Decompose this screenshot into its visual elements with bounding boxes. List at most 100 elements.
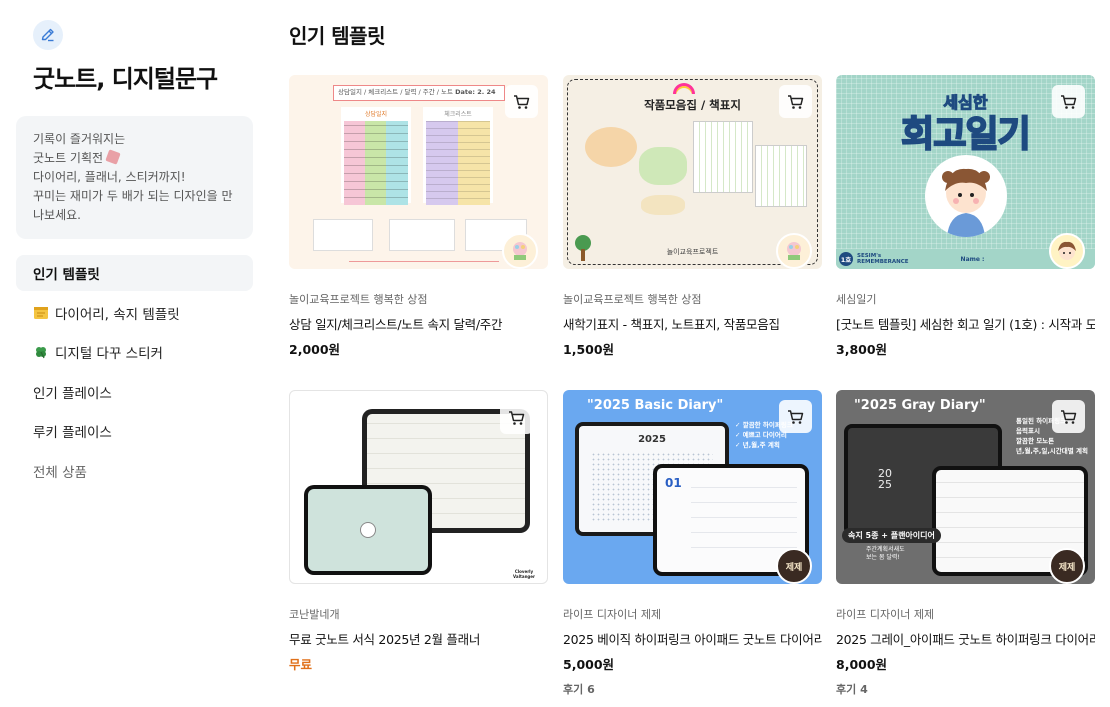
seller-avatar[interactable]: 제제 [776,548,812,584]
calendar-year: 2025 [638,434,666,445]
cart-icon [788,94,804,109]
menu-item-diary-templates[interactable]: 다이어리, 속지 템플릿 [16,295,253,331]
product-card[interactable]: 작품모음집 / 책표지 놀이교육프로젝트 놀이교육프로젝트 행복한 상점 새학기… [563,75,822,358]
menu-label: 인기 템플릿 [33,267,100,283]
product-card[interactable]: "2025 Gray Diary" 통일된 하이퍼링크 음력표시 깔끔한 모노톤… [836,390,1095,697]
intro-box: 기록이 즐거워지는 굿노트 기획전 다이어리, 플래너, 스티커까지! 꾸미는 … [16,116,253,239]
product-price: 3,800원 [836,342,888,357]
menu-label: 인기 플레이스 [33,385,112,402]
thumb-paper [641,195,685,215]
notepad-icon [33,306,49,320]
feature-item: 년,월,주,일,시간대별 계획 [1016,447,1088,455]
cart-icon [514,94,530,109]
product-title[interactable]: [굿노트 템플릿] 세심한 회고 일기 (1호) : 시작과 도전 [836,314,1095,333]
menu-item-popular-templates[interactable]: 인기 템플릿 [16,255,253,291]
avatar-text: 제제 [785,562,803,573]
thumb-sub: 체크리스트 [444,111,472,118]
thumb-sheet: 체크리스트 [423,107,493,205]
menu-item-all-products[interactable]: 전체 상품 [16,453,253,489]
feature-item: ✓ 년,월,주 계획 [735,441,780,449]
product-seller[interactable]: 놀이교육프로젝트 행복한 상점 [289,291,548,307]
menu-label: 루키 플레이스 [33,425,112,441]
menu-label: 디지털 다꾸 스티커 [55,346,163,362]
product-seller[interactable]: 라이프 디자이너 제제 [836,606,1095,622]
logo-circle [360,522,376,538]
product-seller[interactable]: 라이프 디자이너 제제 [563,606,822,622]
product-title[interactable]: 새학기표지 - 책표지, 노트표지, 작품모음집 [563,314,822,333]
shop-title: 굿노트, 디지털문구 [33,65,218,93]
product-card[interactable]: 상담일지 / 체크리스트 / 달력 / 주간 / 노트 Date: 2. 24 … [289,75,548,358]
thumb-sub: 상담일지 [364,111,388,118]
thumb-banner: "2025 Gray Diary" [854,398,986,413]
product-thumbnail[interactable]: "2025 Gray Diary" 통일된 하이퍼링크 음력표시 깔끔한 모노톤… [836,390,1095,584]
thumb-banner: "2025 Basic Diary" [587,398,724,413]
feature-item: 깔끔한 모노톤 [1016,437,1055,445]
edit-icon[interactable] [33,20,63,50]
thumb-paper [755,145,807,207]
brand-logo: Cloverly Valtanger [513,569,535,579]
product-price: 8,000원 [836,657,888,672]
thumb-mini-sheet [389,219,455,251]
add-to-cart-button[interactable] [779,400,812,433]
product-seller[interactable]: 놀이교육프로젝트 행복한 상점 [563,291,822,307]
seller-avatar[interactable] [1049,233,1085,269]
product-thumbnail[interactable]: 작품모음집 / 책표지 놀이교육프로젝트 [563,75,822,269]
cart-icon [1061,94,1077,109]
tablet-front-screen [308,489,428,571]
add-to-cart-button[interactable] [500,401,533,434]
product-thumbnail[interactable]: Cloverly Valtanger [289,390,548,584]
add-to-cart-button[interactable] [505,85,538,118]
menu-item-popular-places[interactable]: 인기 플레이스 [16,374,253,410]
product-price: 5,000원 [563,657,615,672]
seller-avatar[interactable] [776,233,812,269]
product-thumbnail[interactable]: 세심한 회고일기 1호 SESIM's REMEMBERANCE Name : [836,75,1095,269]
product-title[interactable]: 상담 일지/체크리스트/노트 속지 달력/주간 [289,314,548,333]
sidebar: 굿노트, 디지털문구 기록이 즐거워지는 굿노트 기획전 다이어리, 플래너, … [16,20,253,492]
review-count[interactable]: 후기 4 [836,681,1095,697]
product-title[interactable]: 무료 굿노트 서식 2025년 2월 플래너 [289,629,548,648]
clover-icon [33,345,49,359]
thumb-underline [349,261,499,262]
add-to-cart-button[interactable] [779,85,812,118]
review-count[interactable]: 후기 6 [563,681,822,697]
product-seller[interactable]: 코난발네개 [289,606,548,622]
add-to-cart-button[interactable] [1052,85,1085,118]
thumb-paper [693,121,753,193]
seller-avatar[interactable] [502,233,538,269]
big-year: 20 25 [878,467,892,491]
product-seller[interactable]: 세심일기 [836,291,1095,307]
menu-item-rookie-places[interactable]: 루키 플레이스 [16,413,253,449]
intro-line-text: 굿노트 기획전 [33,151,104,165]
product-price: 2,000원 [289,342,341,357]
section-title: 인기 템플릿 [289,24,385,48]
avatar-text: 제제 [1058,562,1076,573]
thumb-grid-b [426,121,490,205]
thumb-paper [639,147,687,185]
character-illustration [925,155,1007,237]
product-title[interactable]: 2025 베이직 하이퍼링크 아이패드 굿노트 다이어리 [563,629,822,648]
cart-icon [1061,409,1077,424]
product-card[interactable]: "2025 Basic Diary" 2025 ✓ 깔끔한 하이퍼링크 ✓ 예쁘… [563,390,822,697]
thumb-heading-text: 상담일지 / 체크리스트 / 달력 / 주간 / 노트 [338,88,453,96]
intro-line: 꾸미는 재미가 두 배가 되는 디자인을 만 [33,189,233,203]
main-content: 인기 템플릿 상담일지 / 체크리스트 / 달력 / 주간 / 노트 Date:… [289,22,1096,696]
menu-label: 다이어리, 속지 템플릿 [55,306,180,323]
product-thumbnail[interactable]: 상담일지 / 체크리스트 / 달력 / 주간 / 노트 Date: 2. 24 … [289,75,548,269]
product-title[interactable]: 2025 그레이_아이패드 굿노트 하이퍼링크 다이어리 [836,629,1095,648]
intro-line: 다이어리, 플래너, 스티커까지! [33,170,186,184]
thumb-paper [585,127,637,167]
product-thumbnail[interactable]: "2025 Basic Diary" 2025 ✓ 깔끔한 하이퍼링크 ✓ 예쁘… [563,390,822,584]
thumb-sheet: 상담일지 [341,107,411,205]
product-card[interactable]: 세심한 회고일기 1호 SESIM's REMEMBERANCE Name : 세… [836,75,1095,358]
product-card[interactable]: Cloverly Valtanger 코난발네개 무료 굿노트 서식 2025년… [289,390,548,673]
add-to-cart-button[interactable] [1052,400,1085,433]
thumb-mini-sheet [313,219,373,251]
month-grid [691,478,797,562]
brand-line: REMEMBERANCE [857,259,909,265]
menu-item-digital-stickers[interactable]: 디지털 다꾸 스티커 [16,334,253,370]
seller-avatar[interactable]: 제제 [1049,548,1085,584]
cart-icon [509,410,525,425]
promo-badge: 속지 5종 + 플랜아이디어 [842,528,941,543]
intro-line: 나보세요. [33,208,81,222]
product-price: 무료 [289,657,313,672]
